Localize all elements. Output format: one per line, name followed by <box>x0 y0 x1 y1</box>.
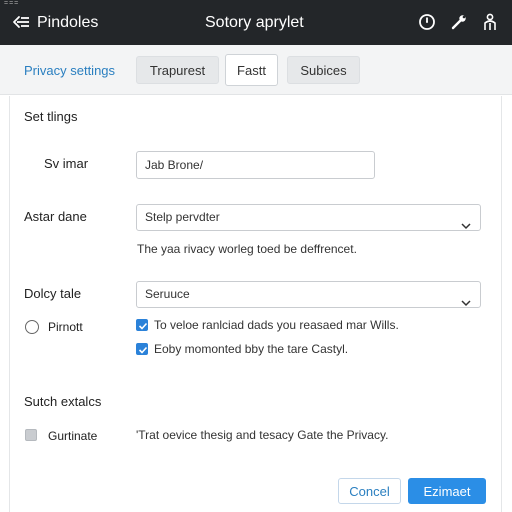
gurtinate-checkbox[interactable] <box>25 429 37 441</box>
person-icon[interactable] <box>480 12 500 32</box>
tab-subices[interactable]: Subices <box>287 56 360 84</box>
dotcy-label: Dolcy tale <box>24 286 82 301</box>
check-momonted-checkbox[interactable] <box>136 343 148 355</box>
help-text: The yaa rivacy worleg toed be deffrencet… <box>137 242 357 256</box>
window-title: Sotory aprylet <box>205 14 304 31</box>
astar-select-value: Stelp pervdter <box>145 210 220 224</box>
astar-label: Astar dane <box>24 209 87 224</box>
gurtinate-description: 'Trat oevice thesig and tesacy Gate the … <box>136 428 389 442</box>
pirnott-label: Pirnott <box>48 320 83 334</box>
wrench-icon[interactable] <box>449 12 469 32</box>
cancel-button[interactable]: Concel <box>338 478 401 504</box>
section-title-settings: Set tlings <box>24 109 78 124</box>
menu-back-icon[interactable] <box>12 13 30 31</box>
check-rancial-checkbox[interactable] <box>136 319 148 331</box>
title-bar: === Pindoles Sotory aprylet <box>0 0 512 45</box>
section-title-switch: Sutch extalcs <box>24 394 102 409</box>
pirnott-radio[interactable] <box>25 320 39 334</box>
tab-privacy-settings[interactable]: Privacy settings <box>24 63 115 78</box>
clock-icon[interactable] <box>417 12 437 32</box>
chevron-down-icon <box>461 291 471 307</box>
tab-trapurest[interactable]: Trapurest <box>136 56 219 84</box>
dotcy-select[interactable]: Seruuce <box>136 281 481 308</box>
app-name: Pindoles <box>37 14 99 31</box>
submit-button[interactable]: Ezimaet <box>408 478 486 504</box>
check-momonted-label: Eoby momonted bby the tare Castyl. <box>154 342 349 356</box>
similar-label: Sv imar <box>44 156 89 171</box>
corner-text: === <box>4 0 20 7</box>
astar-select[interactable]: Stelp pervdter <box>136 204 481 231</box>
similar-input[interactable]: Jab Brone/ <box>136 151 375 179</box>
chevron-down-icon <box>461 214 471 230</box>
tab-fastt[interactable]: Fastt <box>225 54 278 86</box>
gurtinate-label: Gurtinate <box>48 429 98 443</box>
check-rancial-label: To veloe ranlciad dads you reasaed mar W… <box>154 318 399 332</box>
dotcy-select-value: Seruuce <box>145 287 190 301</box>
tab-bar: Privacy settings Trapurest Fastt Subices <box>0 45 512 95</box>
